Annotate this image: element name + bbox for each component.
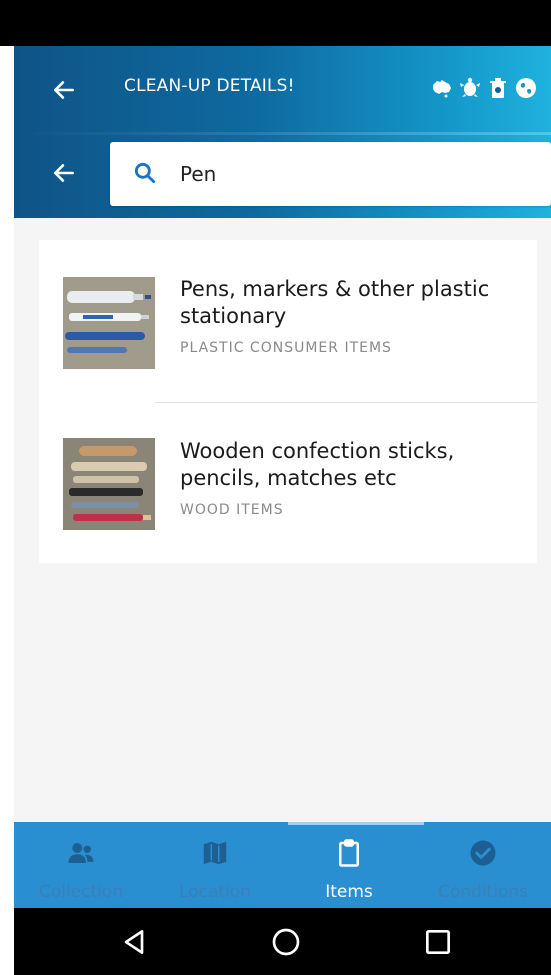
page-title: CLEAN-UP DETAILS! xyxy=(124,76,295,96)
result-item-pens[interactable]: Pens, markers & other plastic stationary… xyxy=(39,240,537,402)
turtle-icon xyxy=(458,74,482,102)
status-bar xyxy=(0,0,551,46)
tab-label: Conditions xyxy=(438,882,528,902)
back-triangle-icon[interactable] xyxy=(118,926,150,958)
tab-conditions[interactable]: Conditions xyxy=(416,822,550,908)
header-divider xyxy=(14,132,551,135)
globe-icon xyxy=(514,74,538,102)
pens-markers-photo xyxy=(63,277,155,369)
wooden-sticks-photo xyxy=(63,438,155,530)
recents-square-icon[interactable] xyxy=(422,926,454,958)
arrow-left-icon xyxy=(54,164,74,182)
tab-label: Items xyxy=(325,882,373,902)
search-bar xyxy=(110,142,551,206)
check-circle-icon xyxy=(470,840,496,866)
tab-label: Collection xyxy=(38,882,124,902)
header-top-row: CLEAN-UP DETAILS! xyxy=(14,46,551,132)
result-category: PLASTIC CONSUMER ITEMS xyxy=(180,340,392,356)
map-icon xyxy=(203,841,227,865)
partner-logos xyxy=(430,74,538,102)
tab-items[interactable]: Items xyxy=(282,822,416,908)
tab-location[interactable]: Location xyxy=(148,822,282,908)
people-icon xyxy=(68,843,94,863)
search-icon xyxy=(134,162,156,184)
result-item-wooden[interactable]: Wooden confection sticks, pencils, match… xyxy=(39,402,537,564)
tab-collection[interactable]: Collection xyxy=(14,822,148,908)
home-circle-icon[interactable] xyxy=(270,926,302,958)
result-title: Wooden confection sticks, pencils, match… xyxy=(180,439,455,490)
header-back-button[interactable] xyxy=(44,70,84,110)
australia-map-icon xyxy=(430,74,454,102)
results-card: Pens, markers & other plastic stationary… xyxy=(39,240,537,563)
search-back-button[interactable] xyxy=(44,153,84,193)
app-header: CLEAN-UP DETAILS! xyxy=(14,46,551,218)
result-category: WOOD ITEMS xyxy=(180,502,284,518)
tab-label: Location xyxy=(179,882,251,902)
arrow-left-icon xyxy=(54,81,74,99)
bin-icon xyxy=(486,74,510,102)
search-input[interactable] xyxy=(180,156,520,192)
clipboard-icon xyxy=(339,839,359,867)
result-title: Pens, markers & other plastic stationary xyxy=(180,277,490,328)
bottom-navigation: Collection Location Items Conditions xyxy=(14,822,551,908)
system-navigation-bar xyxy=(14,908,551,975)
